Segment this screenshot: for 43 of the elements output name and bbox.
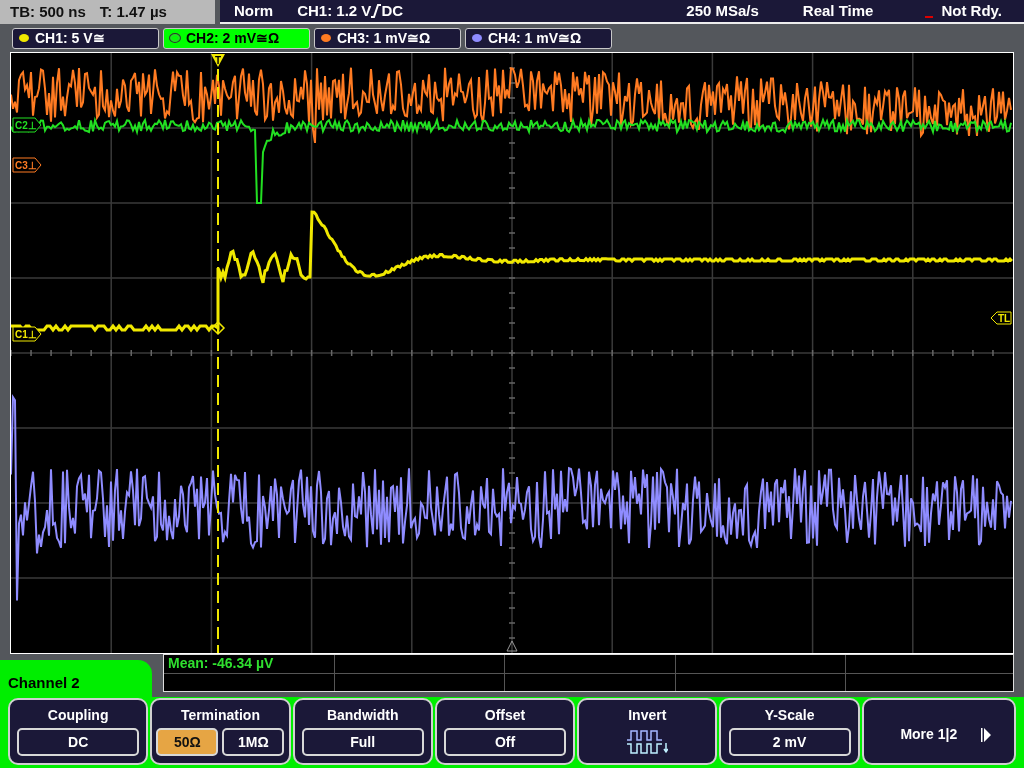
- value-button[interactable]: DC: [17, 728, 140, 756]
- channel-marker[interactable]: C2⊥: [12, 117, 42, 133]
- run-indicator-icon: [925, 16, 934, 18]
- softkey-panel[interactable]: Offset Off: [434, 698, 576, 765]
- trigger-source: CH1: 1.2 V: [297, 0, 372, 21]
- value-button[interactable]: Off: [444, 728, 566, 756]
- softkey-panel[interactable]: Invert: [577, 698, 718, 765]
- option-button[interactable]: 50Ω: [156, 728, 219, 756]
- more-button[interactable]: More 1|2: [861, 698, 1016, 765]
- softkey-panel[interactable]: Coupling DC: [8, 698, 149, 765]
- acquisition-state: Not Rdy.: [941, 0, 1002, 21]
- next-page-icon: [981, 727, 992, 742]
- channel-tab[interactable]: CH3: 1 mV≅Ω: [314, 27, 461, 49]
- channel-tab[interactable]: CH1: 5 V≅: [12, 27, 159, 49]
- timebase-readout: TB: 500 ns: [10, 1, 86, 22]
- sample-rate: 250 MSa/s: [686, 0, 759, 21]
- trigger-time-readout: T: 1.47 µs: [99, 1, 167, 22]
- option-button[interactable]: 1MΩ: [222, 728, 285, 756]
- trigger-marker[interactable]: T: [211, 54, 225, 67]
- channel-marker[interactable]: C3⊥: [12, 157, 42, 173]
- softkey-label: Y-Scale: [764, 706, 815, 724]
- trigger-level-marker[interactable]: TL: [990, 311, 1012, 325]
- value-button[interactable]: 2 mV: [728, 728, 851, 756]
- trigger-mode: Norm: [234, 0, 274, 21]
- channel-tab[interactable]: CH2: 2 mV≅Ω: [163, 27, 310, 49]
- channel-marker[interactable]: C1⊥: [12, 326, 42, 342]
- measurement-readout: Mean: -46.34 µV: [167, 655, 275, 673]
- acquisition-mode: Real Time: [802, 0, 874, 21]
- trigger-coupling: DC: [381, 0, 404, 21]
- value-button[interactable]: Full: [301, 728, 424, 756]
- softkey-panel[interactable]: Bandwidth Full: [292, 698, 433, 765]
- invert-waveform-icon: [626, 728, 669, 756]
- channel-tab[interactable]: CH4: 1 mV≅Ω: [465, 27, 612, 49]
- trigger-point-icon: [210, 320, 226, 336]
- horizontal-position-icon: [506, 640, 518, 652]
- rising-edge-icon: [371, 4, 382, 18]
- softkey-label: Coupling: [47, 706, 109, 724]
- softkey-label: Termination: [180, 706, 260, 724]
- softkey-label: Bandwidth: [326, 706, 399, 724]
- softkey-label: Offset: [484, 706, 526, 724]
- softkey-label: Invert: [628, 706, 667, 724]
- softkey-panel[interactable]: Y-Scale 2 mV: [719, 698, 860, 765]
- softkey-panel[interactable]: Termination 50Ω 1MΩ: [150, 698, 291, 765]
